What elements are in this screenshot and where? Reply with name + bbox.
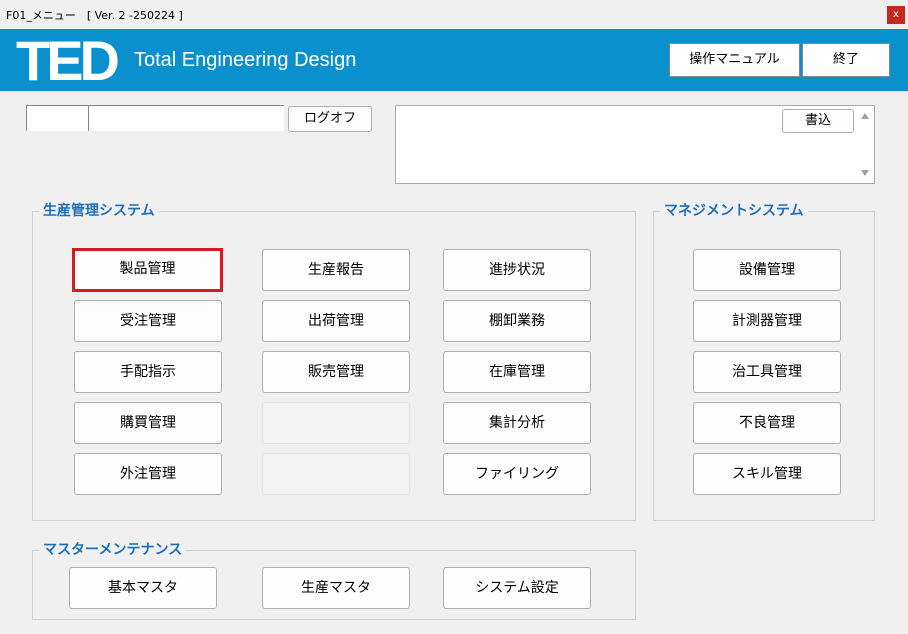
management-group-title: マネジメントシステム <box>660 201 808 221</box>
app-header: TED Total Engineering Design 操作マニュアル 終了 <box>0 29 908 91</box>
app-tagline: Total Engineering Design <box>134 49 357 71</box>
equipment-management-button[interactable]: 設備管理 <box>693 249 841 291</box>
scroll-up-icon[interactable] <box>861 113 869 119</box>
aggregate-analysis-button[interactable]: 集計分析 <box>443 402 591 444</box>
write-button[interactable]: 書込 <box>782 109 854 133</box>
memo-textarea[interactable]: 書込 <box>395 105 875 184</box>
production-report-button[interactable]: 生産報告 <box>262 249 410 291</box>
instrument-management-button[interactable]: 計測器管理 <box>693 300 841 342</box>
production-master-button[interactable]: 生産マスタ <box>262 567 410 609</box>
skill-management-button[interactable]: スキル管理 <box>693 453 841 495</box>
empty-button-slot <box>262 453 410 495</box>
manual-button[interactable]: 操作マニュアル <box>669 43 800 77</box>
outsourcing-management-button[interactable]: 外注管理 <box>74 453 222 495</box>
ted-logo: TED <box>16 29 120 92</box>
sales-management-button[interactable]: 販売管理 <box>262 351 410 393</box>
scroll-down-icon[interactable] <box>861 170 869 176</box>
filing-button[interactable]: ファイリング <box>443 453 591 495</box>
user-id-field[interactable] <box>26 105 88 131</box>
defect-management-button[interactable]: 不良管理 <box>693 402 841 444</box>
window-title: F01_メニュー [ Ver. 2 -250224 ] <box>6 9 183 22</box>
window-titlebar: F01_メニュー [ Ver. 2 -250224 ] x <box>0 0 908 29</box>
memo-scrollbar[interactable] <box>857 106 874 183</box>
exit-button[interactable]: 終了 <box>802 43 890 77</box>
arrangement-button[interactable]: 手配指示 <box>74 351 222 393</box>
product-management-button[interactable]: 製品管理 <box>72 248 223 292</box>
production-group-title: 生産管理システム <box>39 201 159 221</box>
purchase-management-button[interactable]: 購買管理 <box>74 402 222 444</box>
empty-button-slot <box>262 402 410 444</box>
user-name-field[interactable] <box>88 105 284 131</box>
inventory-count-button[interactable]: 棚卸業務 <box>443 300 591 342</box>
logoff-button[interactable]: ログオフ <box>288 106 372 132</box>
order-management-button[interactable]: 受注管理 <box>74 300 222 342</box>
basic-master-button[interactable]: 基本マスタ <box>69 567 217 609</box>
system-settings-button[interactable]: システム設定 <box>443 567 591 609</box>
progress-status-button[interactable]: 進捗状況 <box>443 249 591 291</box>
window-close-button[interactable]: x <box>887 6 905 24</box>
shipping-management-button[interactable]: 出荷管理 <box>262 300 410 342</box>
master-group-title: マスターメンテナンス <box>39 540 187 560</box>
stock-management-button[interactable]: 在庫管理 <box>443 351 591 393</box>
tooling-management-button[interactable]: 治工具管理 <box>693 351 841 393</box>
